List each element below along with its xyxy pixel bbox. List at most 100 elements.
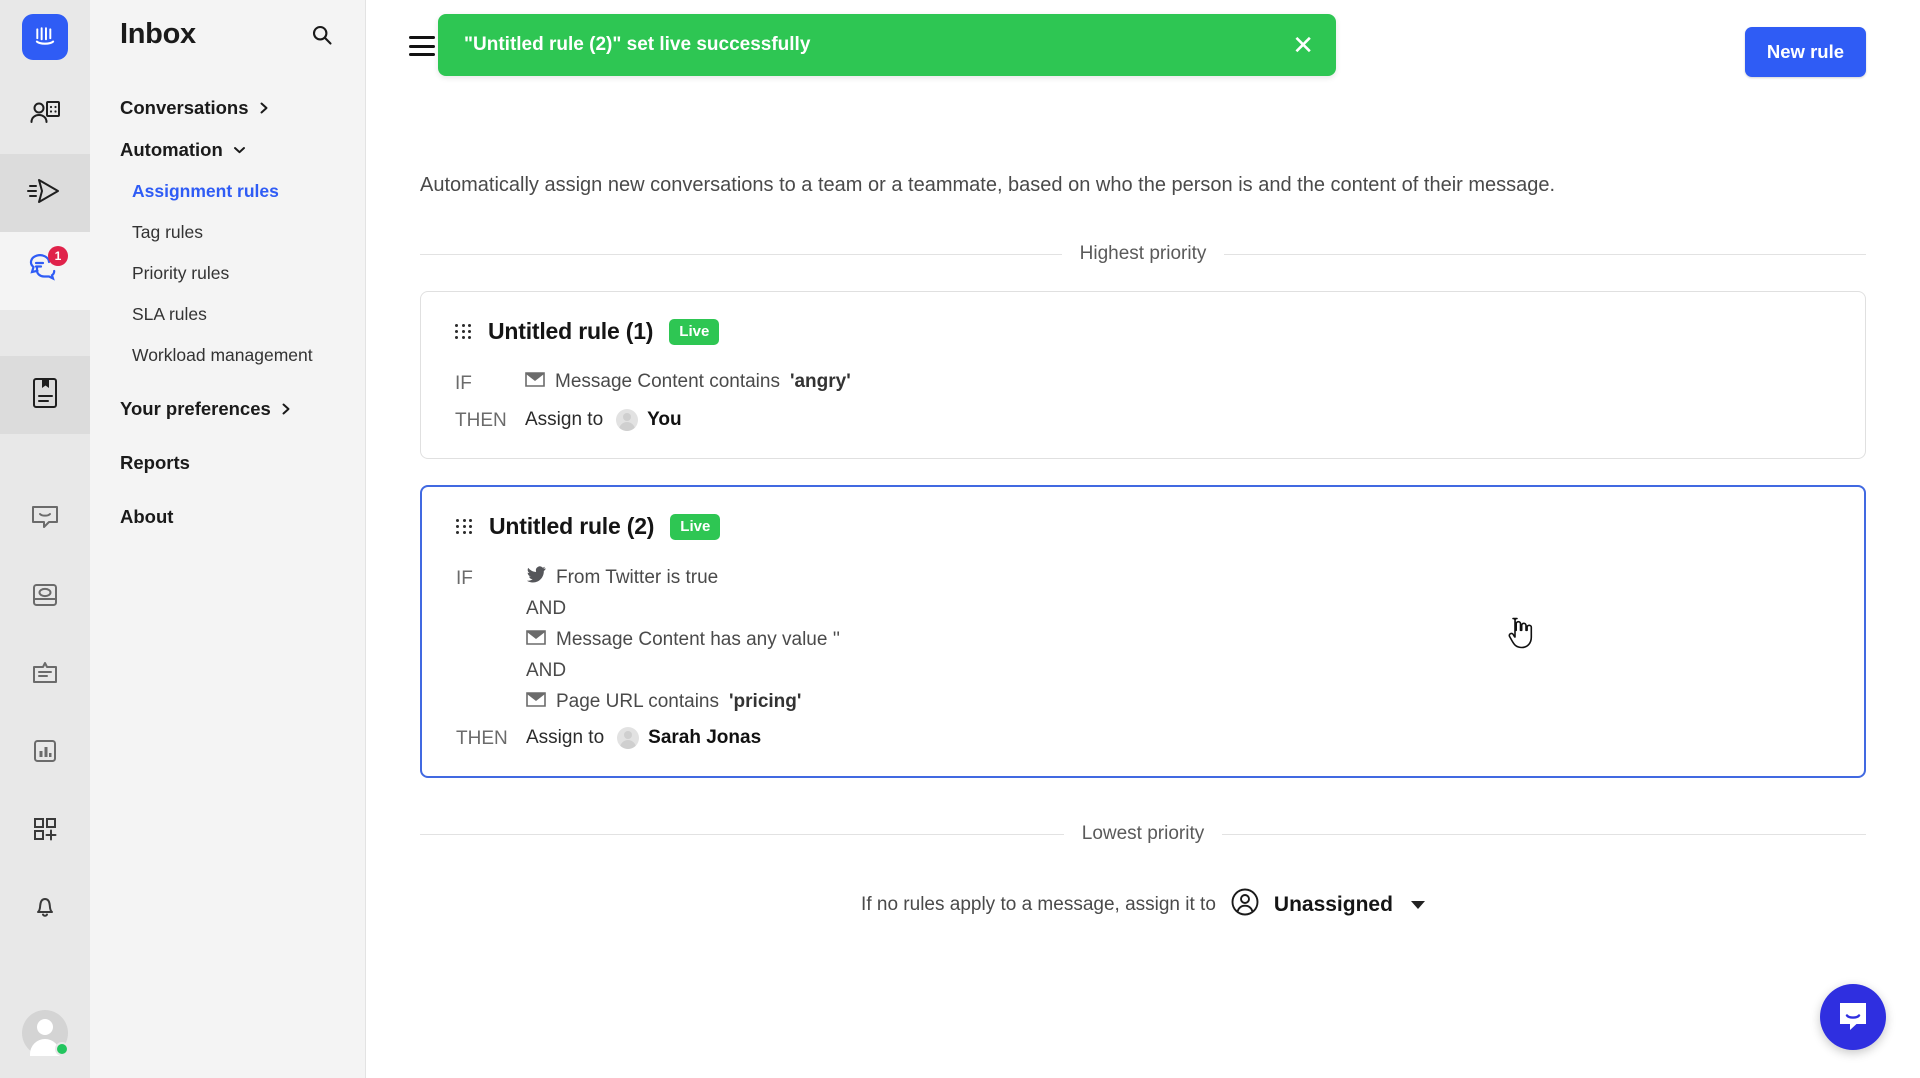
rail-item-articles[interactable] — [0, 356, 90, 434]
reports-icon — [30, 736, 60, 771]
rail-item-messenger[interactable] — [0, 480, 90, 558]
rail-item-surveys[interactable] — [0, 636, 90, 714]
rule-card[interactable]: Untitled rule (2) Live IF From Twitter i… — [420, 485, 1866, 778]
sidebar-item-your-preferences[interactable]: Your preferences — [90, 388, 365, 430]
chevron-right-icon — [280, 402, 292, 416]
rule-header: Untitled rule (2) Live — [422, 513, 1864, 540]
sidebar-item-assignment-rules[interactable]: Assignment rules — [90, 171, 365, 212]
drag-handle-icon[interactable] — [456, 519, 473, 534]
sidebar-item-label: About — [120, 506, 174, 527]
rail-item-apps[interactable] — [0, 792, 90, 870]
assignee-name: You — [647, 409, 682, 430]
assignee-avatar — [617, 727, 640, 749]
chevron-down-icon — [232, 144, 247, 156]
success-toast: "Untitled rule (2)" set live successfull… — [438, 14, 1336, 76]
envelope-icon — [526, 691, 546, 713]
fallback-value[interactable]: Unassigned — [1274, 893, 1393, 917]
rule-if-line: IF Message Content contains 'angry' — [455, 371, 1831, 395]
sidebar-item-label: Automation — [120, 139, 223, 160]
sidebar-item-label: Your preferences — [120, 398, 271, 419]
lowest-priority-divider: Lowest priority — [420, 823, 1866, 845]
page-title: Inbox — [120, 18, 196, 50]
rule-title: Untitled rule (2) — [489, 513, 655, 539]
intercom-messenger-icon — [1840, 1003, 1866, 1030]
rail-item-news[interactable] — [0, 558, 90, 636]
rail-item-conversations[interactable]: 1 — [0, 232, 90, 310]
drag-handle-icon[interactable] — [455, 324, 472, 339]
divider-line — [1224, 253, 1866, 255]
envelope-icon — [525, 371, 545, 393]
chevron-down-icon[interactable] — [1410, 900, 1425, 909]
main-header: "Untitled rule (2)" set live successfull… — [366, 0, 1920, 110]
messenger-bubble-icon — [29, 502, 61, 537]
assign-to-label: Assign to — [525, 409, 604, 430]
main-content: "Untitled rule (2)" set live successfull… — [366, 0, 1920, 1078]
hamburger-menu-icon[interactable] — [409, 36, 435, 56]
intercom-messenger-launcher[interactable] — [1820, 984, 1886, 1050]
search-icon — [312, 25, 332, 45]
hamburger-bar — [409, 36, 435, 39]
condition-row: Message Content has any value '' — [526, 629, 840, 651]
hamburger-bar — [409, 44, 435, 48]
assignee-name: Sarah Jonas — [648, 727, 762, 748]
status-badge: Live — [670, 513, 721, 540]
envelope-icon — [526, 629, 546, 651]
rule-card[interactable]: Untitled rule (1) Live IF Message Conten… — [420, 291, 1866, 459]
surveys-icon — [29, 658, 61, 693]
sidebar-item-reports[interactable]: Reports — [90, 442, 365, 484]
condition-row: From Twitter is true — [526, 566, 840, 589]
sidebar-item-about[interactable]: About — [90, 496, 365, 538]
sidebar-header: Inbox — [90, 0, 365, 51]
conditions-list: From Twitter is true AND Message Content… — [526, 566, 840, 713]
then-label: THEN — [455, 410, 507, 431]
rule-then-line: THEN Assign to Sarah Jonas — [456, 726, 1830, 750]
twitter-icon — [526, 566, 546, 589]
toast-message: "Untitled rule (2)" set live successfull… — [464, 34, 811, 55]
condition-value: 'pricing' — [729, 691, 802, 712]
condition-row: Message Content contains 'angry' — [525, 371, 851, 393]
sidebar-item-automation[interactable]: Automation — [90, 129, 365, 171]
highest-priority-label: Highest priority — [1079, 243, 1207, 264]
avatar-head — [37, 1019, 53, 1035]
sidebar-item-workload-management[interactable]: Workload management — [90, 335, 365, 376]
condition-text: Message Content has any value '' — [556, 629, 840, 650]
lowest-priority-label: Lowest priority — [1081, 823, 1205, 844]
new-rule-button[interactable]: New rule — [1744, 27, 1866, 77]
sidebar-item-tag-rules[interactable]: Tag rules — [90, 212, 365, 253]
if-label: IF — [455, 373, 472, 394]
rule-body: IF Message Content contains 'angry' THEN — [421, 371, 1865, 432]
condition-text: Message Content contains — [555, 371, 780, 392]
contacts-icon — [28, 97, 62, 134]
close-icon[interactable]: ✕ — [1292, 32, 1314, 58]
chevron-right-icon — [258, 101, 270, 115]
rail-item-notifications[interactable] — [0, 870, 90, 948]
rules-content: Automatically assign new conversations t… — [366, 172, 1920, 922]
then-label: THEN — [456, 728, 508, 749]
and-label: AND — [526, 598, 567, 619]
rail-item-reports[interactable] — [0, 714, 90, 792]
conversations-badge: 1 — [48, 246, 68, 266]
search-button[interactable] — [309, 22, 335, 48]
rule-header: Untitled rule (1) Live — [421, 318, 1865, 345]
conditions-list: Message Content contains 'angry' — [525, 371, 851, 393]
fallback-label: If no rules apply to a message, assign i… — [861, 893, 1216, 915]
app-root: 1 Inbox Conversations Automation Assignm… — [0, 0, 1920, 1078]
divider-line — [1222, 833, 1866, 835]
condition-row: Page URL contains 'pricing' — [526, 691, 840, 713]
user-avatar[interactable] — [22, 1010, 69, 1056]
sidebar-item-conversations[interactable]: Conversations — [90, 87, 365, 129]
sidebar-item-priority-rules[interactable]: Priority rules — [90, 253, 365, 294]
rail-item-contacts[interactable] — [0, 76, 90, 154]
rail-item-outbound[interactable] — [0, 154, 90, 232]
rule-title: Untitled rule (1) — [488, 318, 654, 344]
rule-body: IF From Twitter is true AND Message Cont… — [422, 566, 1864, 750]
condition-text: From Twitter is true — [556, 566, 719, 588]
sidebar-item-sla-rules[interactable]: SLA rules — [90, 294, 365, 335]
secondary-sidebar: Inbox Conversations Automation Assignmen… — [90, 0, 366, 1078]
assignee-avatar — [616, 409, 639, 431]
highest-priority-divider: Highest priority — [420, 243, 1866, 265]
intercom-logo[interactable] — [22, 14, 68, 60]
status-badge: Live — [669, 318, 720, 345]
rule-if-line: IF From Twitter is true AND Message Cont… — [456, 566, 1830, 713]
sidebar-item-label: Reports — [120, 452, 190, 473]
